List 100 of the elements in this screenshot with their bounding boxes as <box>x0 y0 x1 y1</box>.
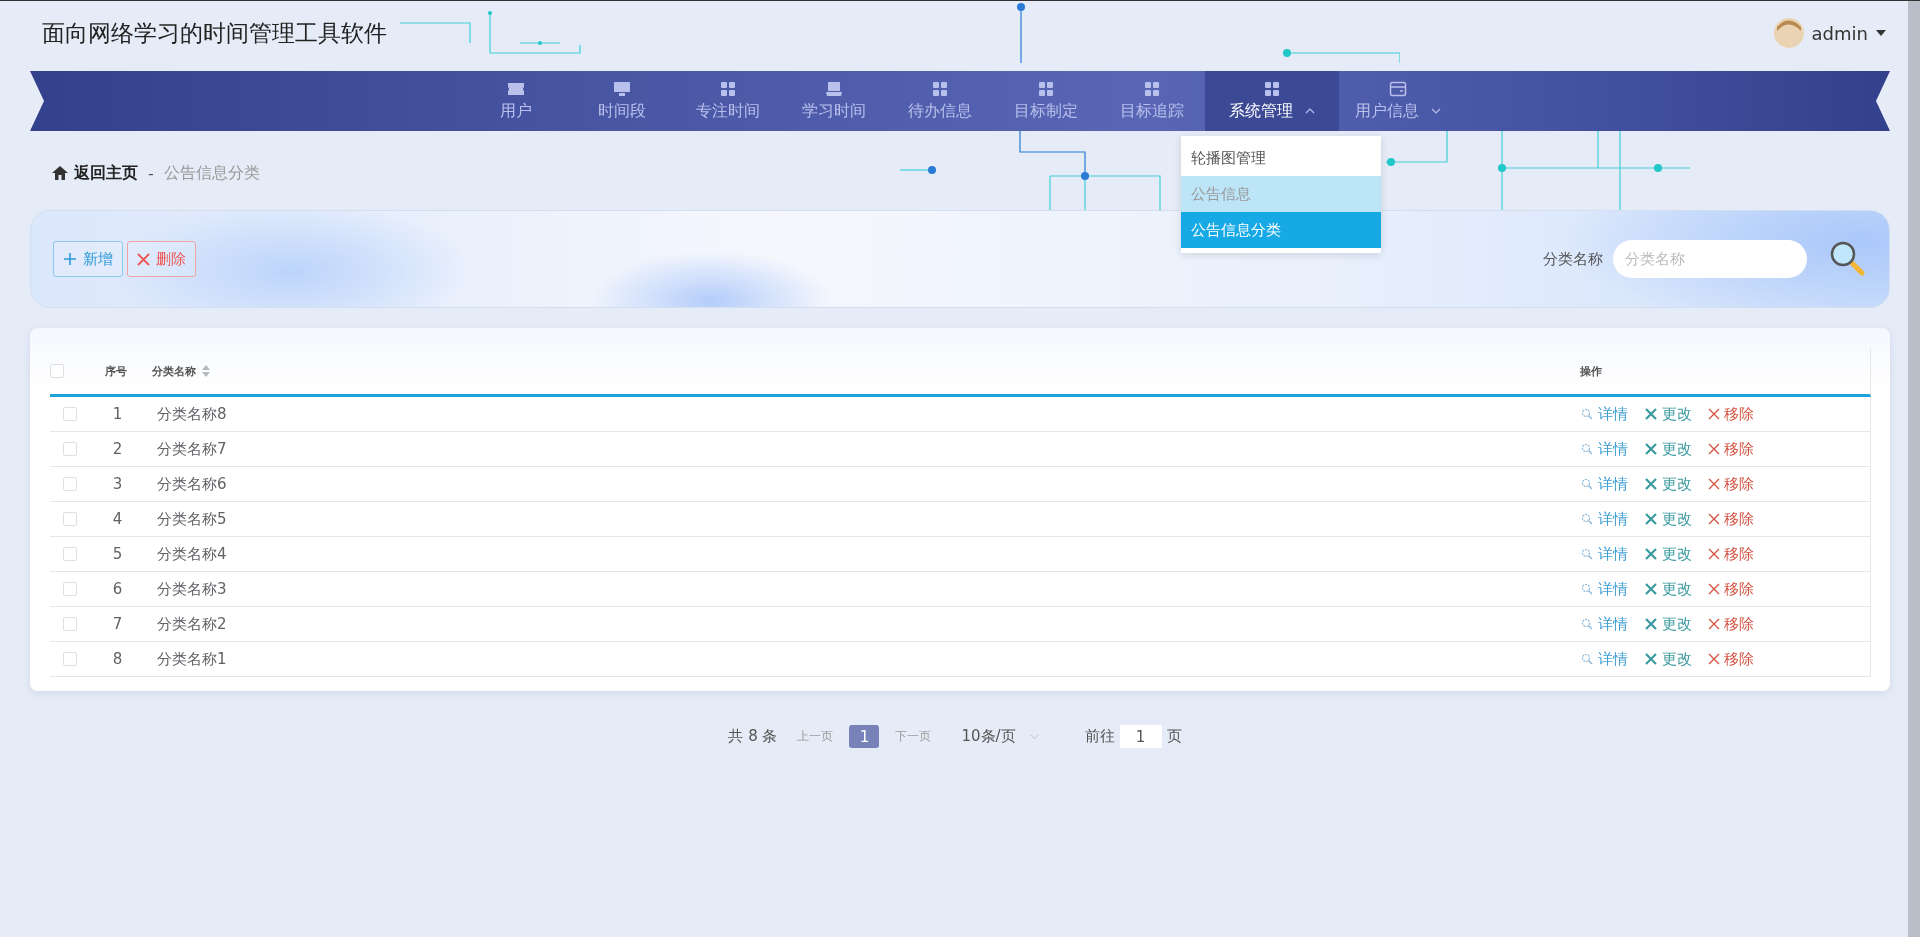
close-icon <box>1708 583 1720 595</box>
select-all-checkbox[interactable] <box>50 364 64 378</box>
page-size-select[interactable]: 10条/页 <box>961 727 1039 746</box>
detail-link[interactable]: 详情 <box>1580 544 1628 564</box>
magnifier-icon <box>1580 617 1594 631</box>
detail-link[interactable]: 详情 <box>1580 579 1628 599</box>
row-checkbox[interactable] <box>63 477 77 491</box>
edit-link[interactable]: 更改 <box>1644 439 1692 459</box>
close-icon <box>137 252 150 266</box>
edit-link[interactable]: 更改 <box>1644 404 1692 424</box>
page-number[interactable]: 1 <box>849 725 880 748</box>
prev-page-button[interactable]: 上一页 <box>797 728 834 745</box>
close-icon <box>1708 513 1720 525</box>
menu-item[interactable]: 轮播图管理 <box>1181 140 1381 176</box>
magnifier-icon <box>1580 477 1594 491</box>
remove-link[interactable]: 移除 <box>1708 579 1754 599</box>
search-field[interactable]: 分类名称 <box>1613 240 1807 278</box>
user-menu[interactable]: admin <box>1773 18 1886 48</box>
chevron-icon <box>1305 108 1315 114</box>
search-label: 分类名称 <box>1543 249 1603 269</box>
magnifier-icon <box>1580 442 1594 456</box>
nav-item[interactable]: 待办信息 <box>887 71 993 131</box>
edit-link[interactable]: 更改 <box>1644 509 1692 529</box>
detail-link[interactable]: 详情 <box>1580 614 1628 634</box>
remove-link[interactable]: 移除 <box>1708 544 1754 564</box>
row-checkbox[interactable] <box>63 512 77 526</box>
remove-link[interactable]: 移除 <box>1708 614 1754 634</box>
grid-icon <box>719 80 737 97</box>
menu-item[interactable]: 公告信息 <box>1181 176 1381 212</box>
add-button[interactable]: 新增 <box>53 241 123 277</box>
breadcrumb-current: 公告信息分类 <box>163 162 260 184</box>
chevron-icon <box>1431 108 1441 114</box>
card-icon <box>1389 80 1407 97</box>
edit-link[interactable]: 更改 <box>1644 544 1692 564</box>
table-cell: 8 <box>112 650 123 668</box>
nav-item[interactable]: 用户 <box>463 71 569 131</box>
user-name: admin <box>1811 22 1868 44</box>
row-checkbox[interactable] <box>63 442 77 456</box>
edit-link[interactable]: 更改 <box>1644 474 1692 494</box>
chevron-icon <box>1029 733 1039 740</box>
remove-link[interactable]: 移除 <box>1708 404 1754 424</box>
detail-link[interactable]: 详情 <box>1580 439 1628 459</box>
close-icon <box>1708 478 1720 490</box>
row-checkbox[interactable] <box>63 582 77 596</box>
delete-button[interactable]: 删除 <box>127 241 196 277</box>
plus-icon <box>63 252 77 266</box>
row-checkbox[interactable] <box>63 547 77 561</box>
table-cell: 分类名称5 <box>157 509 227 528</box>
home-link[interactable]: 返回主页 <box>74 162 138 184</box>
sort-icon[interactable] <box>202 365 210 377</box>
table-cell: 5 <box>112 545 123 563</box>
table-cell: 分类名称3 <box>157 579 227 598</box>
caret-icon <box>1876 29 1886 37</box>
table-cell: 7 <box>112 615 123 633</box>
row-checkbox[interactable] <box>63 652 77 666</box>
laptop-icon <box>825 80 843 97</box>
edit-link[interactable]: 更改 <box>1644 614 1692 634</box>
total-count: 共 8 条 <box>728 727 778 746</box>
ticket-icon <box>507 80 525 97</box>
nav-item[interactable]: 时间段 <box>569 71 675 131</box>
close-icon <box>1708 443 1720 455</box>
remove-link[interactable]: 移除 <box>1708 509 1754 529</box>
detail-link[interactable]: 详情 <box>1580 404 1628 424</box>
next-page-button[interactable]: 下一页 <box>895 728 932 745</box>
grid-icon <box>1037 80 1055 97</box>
nav-item[interactable]: 目标制定 <box>993 71 1099 131</box>
nav-item[interactable]: 学习时间 <box>781 71 887 131</box>
edit-link[interactable]: 更改 <box>1644 649 1692 669</box>
nav-item[interactable]: 目标追踪 <box>1099 71 1205 131</box>
magnifier-icon <box>1580 652 1594 666</box>
close-icon <box>1708 408 1720 420</box>
detail-link[interactable]: 详情 <box>1580 649 1628 669</box>
menu-item[interactable]: 公告信息分类 <box>1181 212 1381 248</box>
magnifier-icon <box>1580 407 1594 421</box>
row-checkbox[interactable] <box>63 617 77 631</box>
page-unit-label: 页 <box>1166 727 1182 746</box>
monitor-icon <box>613 80 631 97</box>
edit-link[interactable]: 更改 <box>1644 579 1692 599</box>
table-cell: 3 <box>112 475 123 493</box>
row-checkbox[interactable] <box>63 407 77 421</box>
nav-item[interactable]: 用户信息 <box>1339 71 1457 131</box>
remove-link[interactable]: 移除 <box>1708 439 1754 459</box>
table-cell: 分类名称8 <box>157 404 227 423</box>
nav-item[interactable]: 系统管理 <box>1205 71 1339 131</box>
close-icon <box>1708 653 1720 665</box>
scrollbar[interactable] <box>1908 1 1920 937</box>
grid-icon <box>931 80 949 97</box>
table-cell: 分类名称6 <box>157 474 227 493</box>
grid-icon <box>1263 80 1281 97</box>
detail-link[interactable]: 详情 <box>1580 474 1628 494</box>
column-header: 序号 <box>105 364 127 378</box>
remove-link[interactable]: 移除 <box>1708 474 1754 494</box>
goto-page-field[interactable]: 1 <box>1119 725 1162 748</box>
table-cell: 分类名称1 <box>157 649 227 668</box>
column-header[interactable]: 分类名称 <box>152 363 196 379</box>
search-icon[interactable] <box>1829 241 1867 277</box>
detail-link[interactable]: 详情 <box>1580 509 1628 529</box>
remove-link[interactable]: 移除 <box>1708 649 1754 669</box>
breadcrumb-separator: - <box>148 163 154 183</box>
nav-item[interactable]: 专注时间 <box>675 71 781 131</box>
